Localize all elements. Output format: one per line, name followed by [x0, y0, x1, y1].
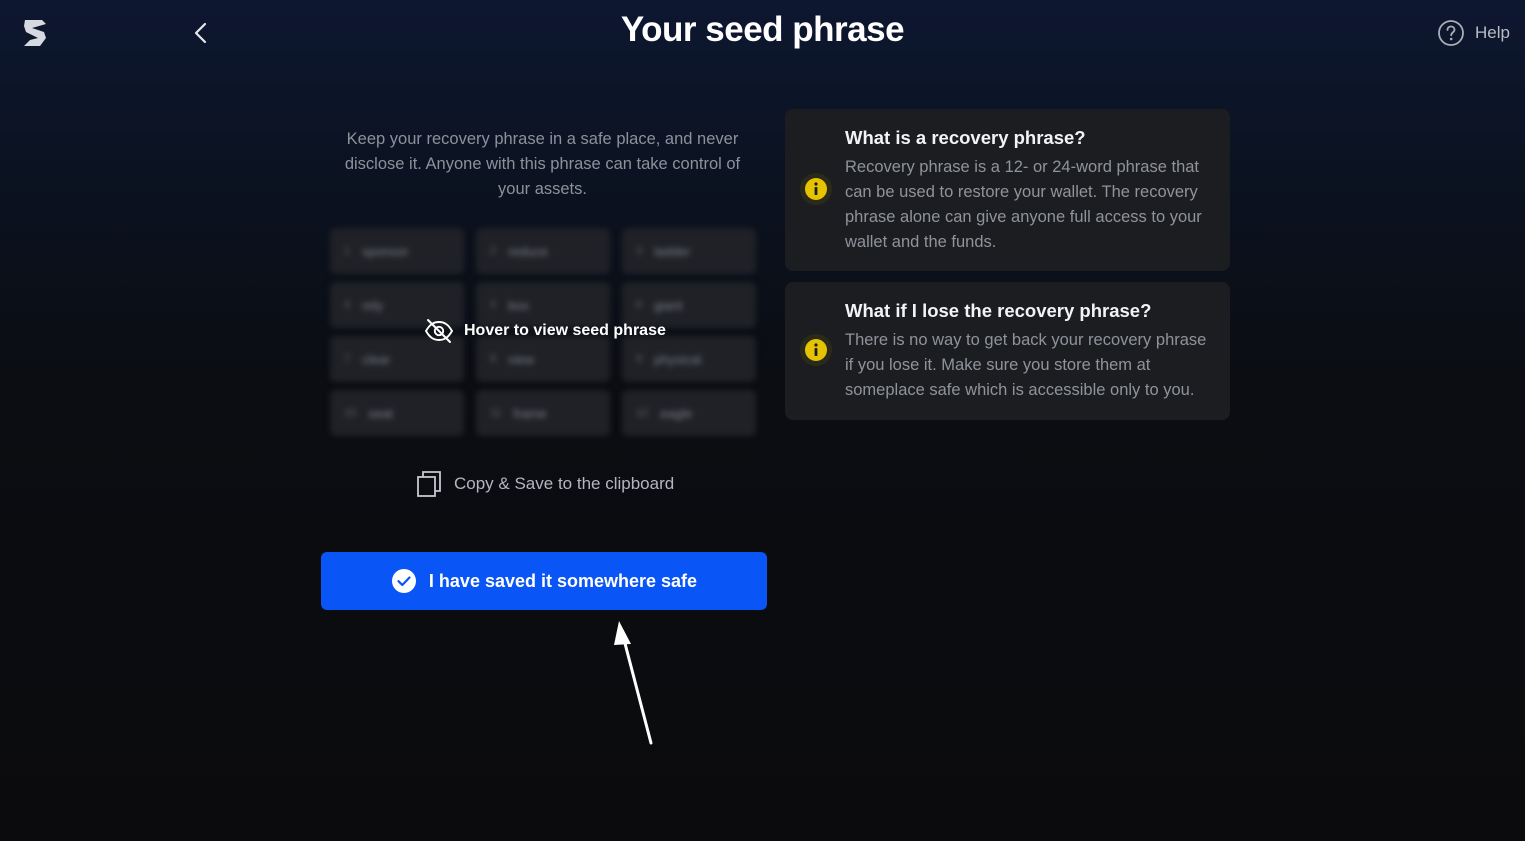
seed-word-cell: 11 frame — [476, 390, 610, 436]
card-title: What is a recovery phrase? — [845, 127, 1086, 148]
intro-text: Keep your recovery phrase in a safe plac… — [344, 130, 741, 198]
seed-word-index: 9 — [636, 353, 643, 365]
help-label: Help — [1475, 23, 1510, 42]
seed-word-index: 8 — [490, 353, 497, 365]
seed-word-index: 6 — [636, 299, 643, 311]
seed-word-index: 11 — [490, 407, 502, 419]
pointer-arrow-icon — [614, 621, 653, 745]
check-circle-icon — [391, 569, 416, 593]
seed-word-index: 4 — [344, 299, 351, 311]
seed-word: giant — [654, 297, 683, 313]
seed-word-cell: 3 ladder — [622, 228, 756, 274]
hover-hint-label: Hover to view seed phrase — [464, 322, 666, 339]
seed-word-index: 3 — [636, 245, 643, 257]
seed-word: clear — [362, 351, 391, 367]
seed-word-index: 5 — [490, 299, 497, 311]
info-icon — [800, 173, 832, 205]
info-card-lose-recovery-phrase: What if I lose the recovery phrase? Ther… — [785, 282, 1230, 420]
question-circle-icon — [1438, 20, 1464, 46]
copy-label: Copy & Save to the clipboard — [454, 474, 675, 493]
info-card-what-is-recovery-phrase: What is a recovery phrase? Recovery phra… — [785, 109, 1230, 271]
seed-word: eagle — [660, 405, 693, 421]
card-title: What if I lose the recovery phrase? — [845, 300, 1152, 321]
eye-off-icon — [424, 319, 454, 343]
seed-word: view — [508, 351, 535, 367]
seed-word-cell: 1 sponsor — [330, 228, 464, 274]
copy-icon — [417, 471, 441, 497]
hover-to-view-hint[interactable]: Hover to view seed phrase — [424, 318, 666, 344]
seed-word-index: 7 — [344, 353, 351, 365]
seed-word-index: 10 — [344, 407, 357, 419]
page-title: Your seed phrase — [620, 10, 905, 49]
seed-word: physical — [654, 351, 702, 367]
seed-word: reduce — [508, 243, 548, 259]
seed-word-index: 2 — [490, 245, 497, 257]
seed-word: sponsor — [362, 243, 409, 259]
seed-word: rely — [362, 297, 384, 313]
card-body: There is no way to get back your recover… — [845, 331, 1207, 399]
seed-word-cell: 12 eagle — [622, 390, 756, 436]
seed-word-index: 1 — [344, 245, 351, 257]
copy-to-clipboard-button[interactable]: Copy & Save to the clipboard — [416, 470, 674, 498]
seed-word: seat — [368, 405, 393, 421]
seed-word-index: 12 — [636, 407, 649, 419]
seed-word-cell: 10 seat — [330, 390, 464, 436]
card-body: Recovery phrase is a 12- or 24-word phra… — [845, 158, 1202, 251]
confirm-label: I have saved it somewhere safe — [428, 570, 698, 591]
seed-word-cell: 2 reduce — [476, 228, 610, 274]
help-button[interactable]: Help — [1437, 19, 1510, 47]
seed-word: frame — [513, 405, 547, 421]
seed-word: box — [508, 297, 530, 313]
saved-confirmation-button[interactable]: I have saved it somewhere safe — [321, 552, 767, 610]
seed-word: ladder — [654, 243, 691, 259]
info-icon — [800, 334, 832, 366]
